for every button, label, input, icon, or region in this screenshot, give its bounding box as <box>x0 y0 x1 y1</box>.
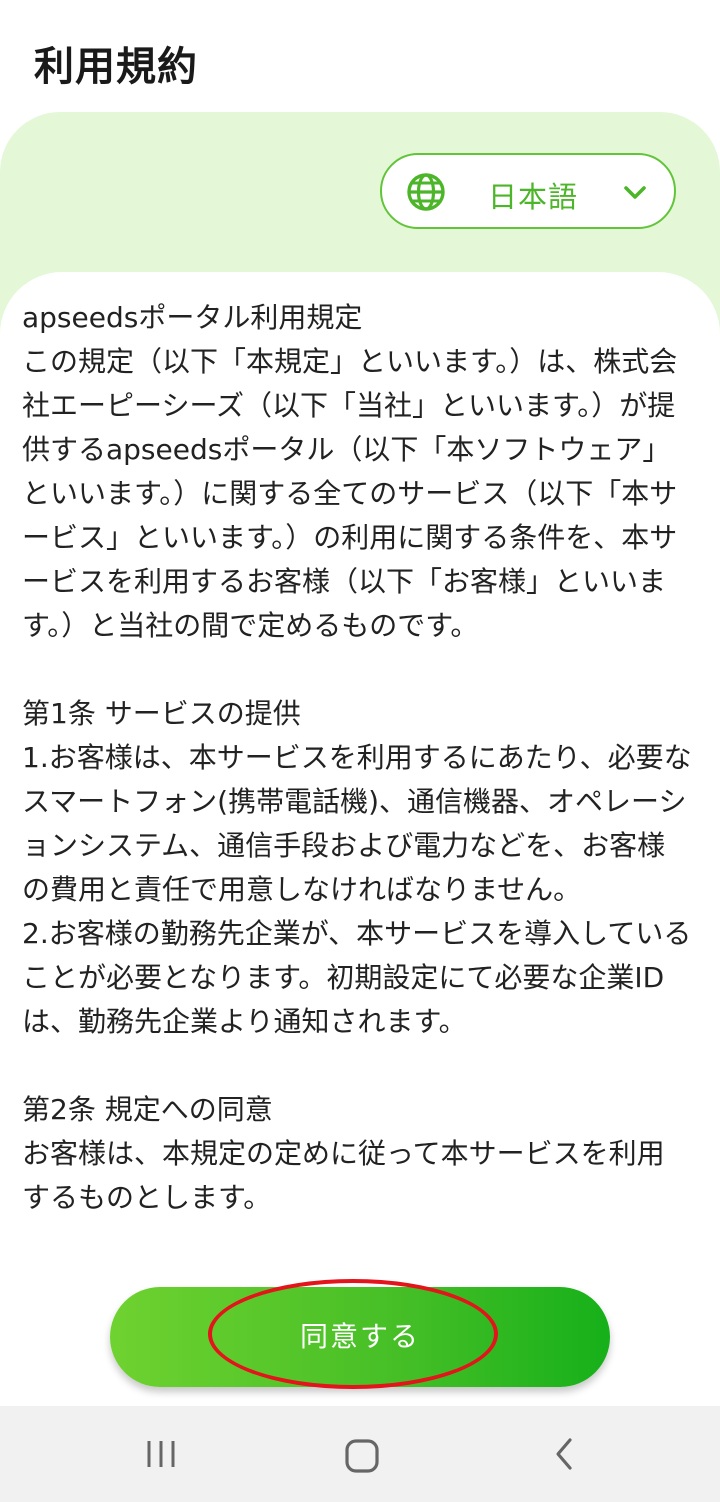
globe-icon <box>407 173 445 211</box>
agree-button-label: 同意する <box>299 1321 420 1352</box>
chevron-down-icon <box>624 186 646 199</box>
home-icon[interactable] <box>340 1434 384 1478</box>
terms-card[interactable]: apseedsポータル利用規定 この規定（以下「本規定」といいます。）は、株式会… <box>0 272 720 1406</box>
terms-body: apseedsポータル利用規定 この規定（以下「本規定」といいます。）は、株式会… <box>22 301 692 1214</box>
agree-button[interactable]: 同意する <box>110 1287 610 1387</box>
header: 利用規約 <box>0 0 720 118</box>
system-nav-bar <box>0 1406 720 1502</box>
language-label: 日本語 <box>488 180 579 214</box>
language-select[interactable]: 日本語 <box>380 153 676 229</box>
recents-icon[interactable] <box>142 1436 182 1472</box>
page-title: 利用規約 <box>34 44 198 90</box>
back-icon[interactable] <box>546 1436 582 1472</box>
